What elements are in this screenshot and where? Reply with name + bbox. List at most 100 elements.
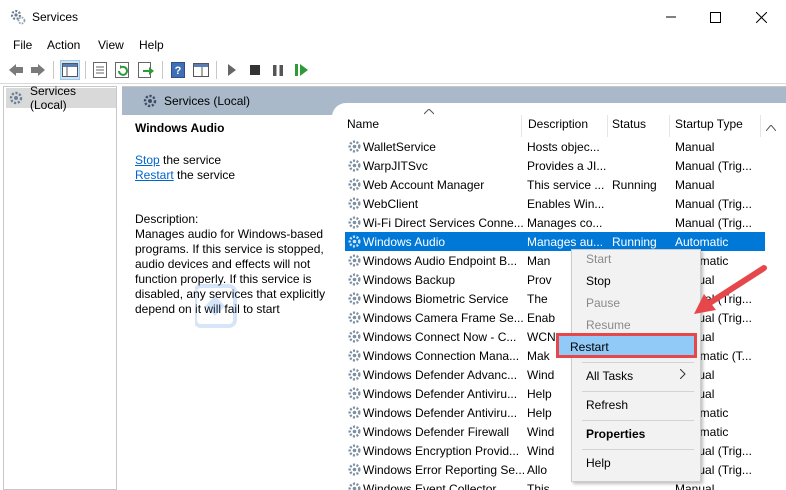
scroll-up-icon[interactable] <box>766 125 776 131</box>
table-row[interactable]: Windows Error Reporting Se... Allo Manual … <box>345 460 765 479</box>
tree-item-services-local[interactable]: Services (Local) <box>6 84 116 112</box>
service-status: Running <box>612 178 657 192</box>
table-row[interactable]: Web Account Manager This service ... Runni… <box>345 175 765 194</box>
context-menu-restart[interactable]: Restart <box>556 333 697 358</box>
submenu-chevron-icon <box>680 369 686 379</box>
menu-view[interactable]: View <box>98 38 124 52</box>
start-service-button[interactable] <box>222 60 242 80</box>
menu-help[interactable]: Help <box>139 38 164 52</box>
context-menu: Start Stop Pause Resume Restart All Task… <box>556 249 701 482</box>
gear-icon <box>348 197 361 210</box>
description-label: Description: <box>135 212 199 226</box>
table-row[interactable]: WarpJITSvc Provides a JI... Manual (Trig..… <box>345 156 765 175</box>
minimize-button[interactable] <box>648 0 694 34</box>
service-name: Windows Defender Advanc... <box>363 368 518 382</box>
stop-service-button[interactable] <box>245 60 265 80</box>
gear-icon <box>348 235 361 248</box>
maximize-icon <box>709 11 721 23</box>
context-menu-properties[interactable]: Properties <box>586 427 645 441</box>
service-name: Wi-Fi Direct Services Conne... <box>363 216 524 230</box>
service-description: This service ... <box>527 178 605 192</box>
window-title: Services <box>32 10 79 24</box>
show-console-tree-button[interactable] <box>60 60 80 80</box>
column-header-status[interactable]: Status <box>612 117 646 131</box>
table-row[interactable]: Windows Audio Manages au... Running Automat… <box>345 232 765 251</box>
gear-icon <box>348 140 361 153</box>
context-menu-pause[interactable]: Pause <box>586 296 620 310</box>
service-name: Windows Encryption Provid... <box>363 444 520 458</box>
table-row[interactable]: WebClient Enables Win... Manual (Trig... <box>345 194 765 213</box>
console-tree: Services (Local) <box>3 84 117 490</box>
table-row[interactable]: Windows Defender Antiviru... Help Automati… <box>345 403 765 422</box>
column-header-startup-type[interactable]: Startup Type <box>675 117 743 131</box>
service-name: Windows Defender Antiviru... <box>363 406 518 420</box>
service-name: Windows Audio <box>363 235 446 249</box>
restart-action-line: Restart the service <box>135 168 235 182</box>
forward-button[interactable] <box>28 60 48 80</box>
menu-file[interactable]: File <box>13 38 32 52</box>
stop-service-link[interactable]: Stop <box>135 153 160 167</box>
table-row[interactable]: Windows Defender Advanc...WindManual <box>345 365 765 384</box>
table-row[interactable]: Windows Event Collector This Manual <box>345 479 765 490</box>
view-button[interactable] <box>191 60 211 80</box>
pane-title: Services (Local) <box>164 94 251 108</box>
service-name: Web Account Manager <box>363 178 485 192</box>
restart-service-link[interactable]: Restart <box>135 168 174 182</box>
toolbar: ? <box>0 56 786 84</box>
close-button[interactable] <box>738 0 784 34</box>
context-menu-stop[interactable]: Stop <box>586 274 611 288</box>
column-header-name[interactable]: Name <box>347 117 379 131</box>
column-header-description[interactable]: Description <box>528 117 588 131</box>
context-menu-refresh[interactable]: Refresh <box>586 398 628 412</box>
red-arrow-icon <box>694 265 767 314</box>
service-description: Hosts objec... <box>527 140 600 154</box>
play-icon <box>228 64 236 76</box>
gear-icon <box>348 159 361 172</box>
context-menu-resume[interactable]: Resume <box>586 318 631 332</box>
minimize-icon <box>666 16 676 18</box>
gear-icon <box>348 349 361 362</box>
table-row[interactable]: WalletService Hosts objec... Manual <box>345 137 765 156</box>
service-name: Windows Error Reporting Se... <box>363 463 526 477</box>
service-description: Manages co... <box>527 216 603 230</box>
back-button[interactable] <box>6 60 26 80</box>
service-name: WarpJITSvc <box>363 159 428 173</box>
service-startup-type: Manual (Trig... <box>675 216 752 230</box>
refresh-button[interactable] <box>113 60 133 80</box>
menu-action[interactable]: Action <box>47 38 80 52</box>
service-description: Provides a JI... <box>527 159 607 173</box>
maximize-button[interactable] <box>692 0 738 34</box>
help-button[interactable]: ? <box>168 60 188 80</box>
export-icon <box>138 62 154 78</box>
services-icon <box>143 94 157 108</box>
export-list-button[interactable] <box>136 60 156 80</box>
svg-text:?: ? <box>175 65 182 77</box>
service-startup-type: Automatic <box>675 235 729 249</box>
sort-arrow-icon <box>424 109 434 115</box>
gear-icon <box>348 425 361 438</box>
restart-service-button[interactable] <box>292 60 312 80</box>
stop-action-text: the service <box>159 153 222 167</box>
service-name: Windows Defender Firewall <box>363 425 510 439</box>
back-icon <box>9 64 23 76</box>
table-row[interactable]: Windows Encryption Provid... Wind Manual (… <box>345 441 765 460</box>
properties-button[interactable] <box>90 60 110 80</box>
gear-icon <box>348 254 361 267</box>
context-menu-start[interactable]: Start <box>586 252 611 266</box>
selected-service-name: Windows Audio <box>135 121 225 135</box>
table-row[interactable]: Windows Connection Mana... Mak Automatic (… <box>345 346 765 365</box>
properties-icon <box>93 62 107 78</box>
service-name: Windows Connection Mana... <box>363 349 520 363</box>
service-startup-type: Manual (Trig... <box>675 197 752 211</box>
table-row[interactable]: Windows Defender Antiviru...HelpManual <box>345 384 765 403</box>
pause-service-button[interactable] <box>268 60 288 80</box>
context-menu-help[interactable]: Help <box>586 456 611 470</box>
services-icon <box>10 9 26 25</box>
services-icon <box>9 91 23 105</box>
gear-icon <box>348 216 361 229</box>
table-row[interactable]: Windows Defender Firewall Wind Automatic <box>345 422 765 441</box>
service-startup-type: Manual <box>675 178 715 192</box>
table-row[interactable]: Wi-Fi Direct Services Conne... Manages co… <box>345 213 765 232</box>
service-status: Running <box>612 235 657 249</box>
context-menu-all-tasks[interactable]: All Tasks <box>586 369 633 383</box>
